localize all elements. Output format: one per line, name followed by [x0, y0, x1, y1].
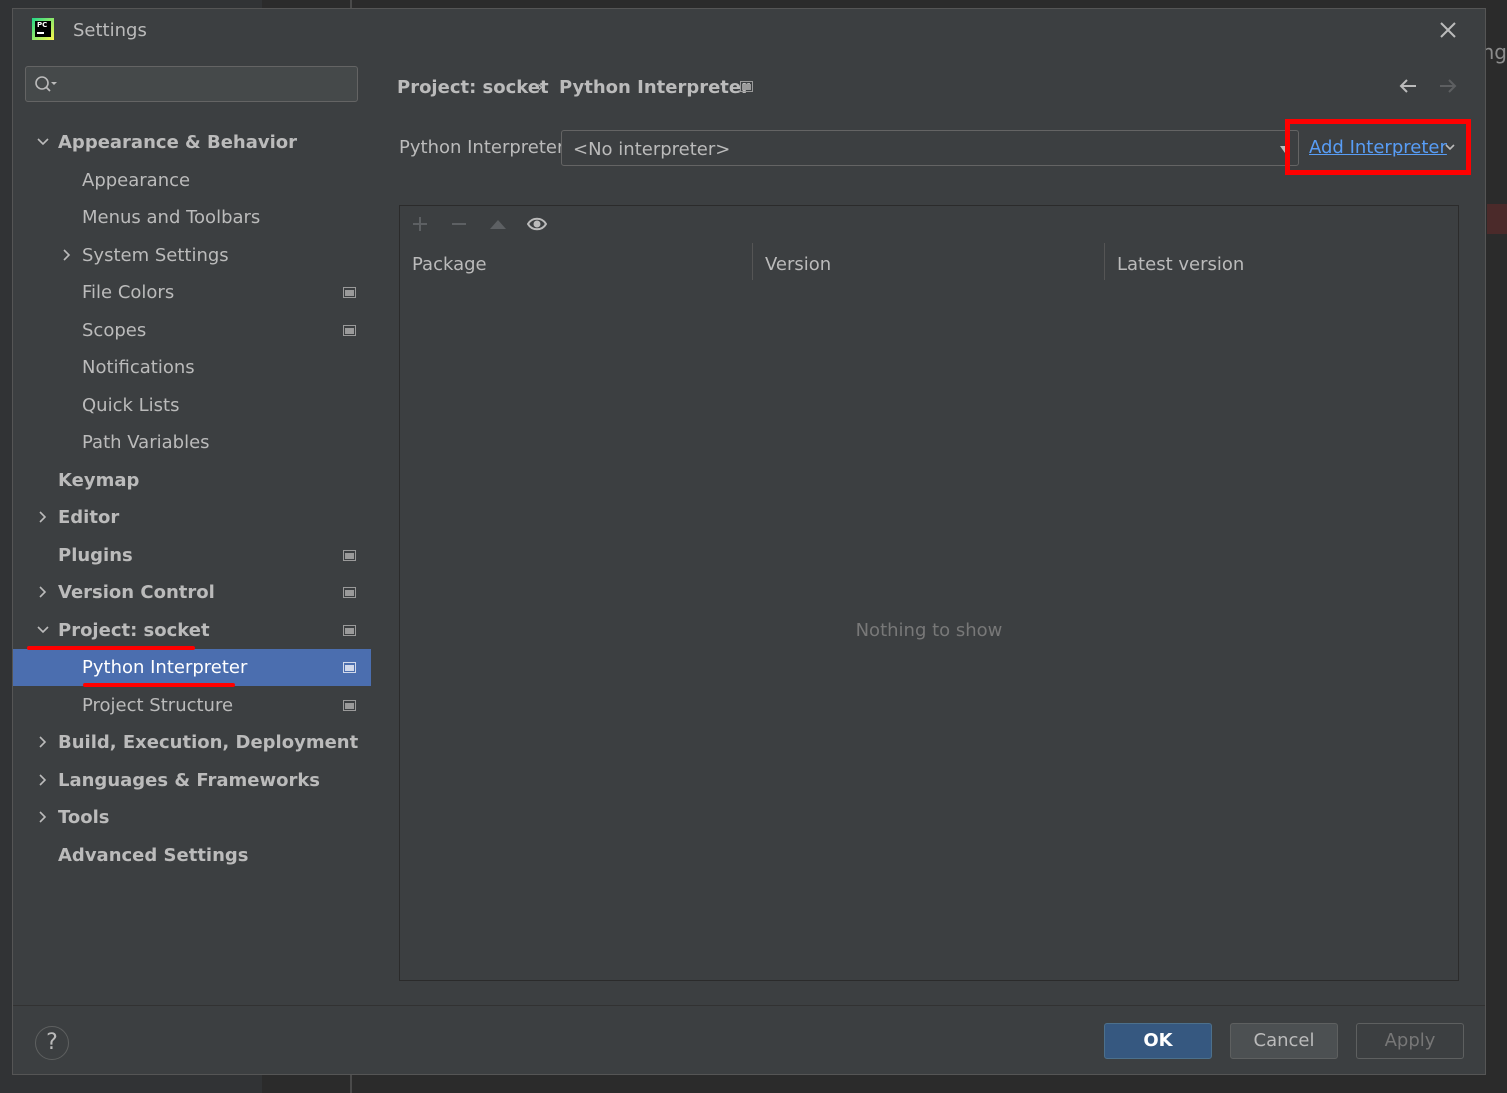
interpreter-value: <No interpreter> [573, 139, 731, 160]
project-scope-icon [343, 324, 356, 336]
close-icon[interactable] [1435, 17, 1461, 43]
packages-toolbar [400, 206, 1458, 244]
column-header-package[interactable]: Package [400, 243, 753, 280]
sidebar-item-python-interpreter[interactable]: Python Interpreter [13, 649, 371, 686]
project-scope-icon [343, 662, 356, 673]
sidebar-item-label: Python Interpreter [82, 657, 248, 678]
sidebar-item-label: Menus and Toolbars [82, 207, 261, 228]
settings-content: Project: socket › Python Interpreter Pyt… [371, 51, 1485, 1005]
annotation-underline-project [27, 646, 195, 650]
interpreter-label: Python Interpreter: [399, 137, 571, 158]
sidebar-item-keymap[interactable]: Keymap [13, 462, 371, 499]
chevron-right-icon[interactable] [36, 773, 50, 787]
interpreter-dropdown[interactable]: <No interpreter> [561, 130, 1299, 166]
chevron-right-icon[interactable] [36, 810, 50, 824]
empty-state-label: Nothing to show [855, 619, 1003, 641]
background-error-marker [1487, 204, 1507, 234]
sidebar-item-label: Keymap [58, 469, 140, 491]
project-scope-icon [343, 587, 356, 598]
project-scope-icon [343, 287, 356, 298]
sidebar-item-label: Project: socket [58, 619, 210, 641]
sidebar-item-label: Build, Execution, Deployment [58, 732, 359, 753]
sidebar-item-label: Version Control [58, 582, 215, 603]
back-arrow-icon[interactable] [1397, 75, 1419, 97]
add-icon[interactable] [410, 214, 430, 234]
sidebar-item-label: Tools [58, 807, 110, 828]
sidebar-item-appearance-behavior[interactable]: Appearance & Behavior [13, 124, 371, 161]
chevron-down-icon[interactable] [36, 135, 50, 149]
project-scope-icon [343, 699, 356, 711]
sidebar-item-label: Plugins [58, 544, 133, 566]
chevron-right-icon[interactable] [36, 510, 50, 524]
title-bar: PC Settings [13, 9, 1485, 52]
annotation-highlight-box [1285, 119, 1471, 175]
table-header: Package Version Latest version [400, 243, 1458, 281]
sidebar-item-label: System Settings [82, 244, 229, 266]
help-button[interactable]: ? [35, 1026, 69, 1060]
sidebar-item-plugins[interactable]: Plugins [13, 537, 371, 574]
chevron-right-icon[interactable] [36, 585, 50, 599]
ok-button[interactable]: OK [1104, 1023, 1212, 1059]
dialog-footer: ? OK Cancel Apply [13, 1005, 1485, 1074]
sidebar-item-label: File Colors [82, 282, 175, 303]
sidebar-item-notifications[interactable]: Notifications [13, 349, 371, 386]
sidebar-item-system-settings[interactable]: System Settings [13, 237, 371, 274]
column-header-version[interactable]: Version [753, 243, 1105, 280]
sidebar-item-label: Quick Lists [82, 394, 180, 416]
sidebar-item-project-socket[interactable]: Project: socket [13, 612, 371, 649]
search-icon [35, 76, 57, 92]
chevron-down-icon[interactable] [36, 623, 50, 637]
sidebar-item-label: Project Structure [82, 694, 234, 716]
sidebar-item-project-structure[interactable]: Project Structure [13, 687, 371, 724]
chevron-right-icon[interactable] [60, 248, 74, 262]
packages-table: Package Version Latest version Nothing t… [400, 243, 1458, 980]
empty-state-text: Nothing to show [400, 280, 1458, 980]
sidebar-item-label: Scopes [82, 319, 147, 341]
sidebar-item-file-colors[interactable]: File Colors [13, 274, 371, 311]
sidebar-item-label: Path Variables [82, 432, 210, 453]
project-scope-icon [343, 549, 356, 561]
sidebar-item-label: Editor [58, 507, 120, 528]
breadcrumb-parent[interactable]: Project: socket [397, 77, 549, 98]
sidebar-item-label: Languages & Frameworks [58, 769, 321, 791]
project-scope-icon [343, 624, 356, 636]
window-title: Settings [73, 20, 147, 41]
sidebar-item-label: Appearance [82, 169, 191, 191]
breadcrumb-current: Python Interpreter [559, 77, 750, 98]
sidebar-item-version-control[interactable]: Version Control [13, 574, 371, 611]
breadcrumb-separator: › [537, 77, 544, 96]
sidebar-item-languages-frameworks[interactable]: Languages & Frameworks [13, 762, 371, 799]
column-header-latest-version[interactable]: Latest version [1105, 243, 1457, 280]
pycharm-logo-icon: PC [32, 18, 54, 40]
sidebar-item-advanced-settings[interactable]: Advanced Settings [13, 837, 371, 874]
sidebar-item-build-execution-deployment[interactable]: Build, Execution, Deployment [13, 724, 371, 761]
packages-panel: Package Version Latest version Nothing t… [399, 205, 1459, 981]
eye-icon[interactable] [527, 214, 547, 234]
sidebar-item-label: Appearance & Behavior [58, 132, 298, 153]
forward-arrow-icon[interactable] [1437, 75, 1459, 97]
sidebar-item-menus-and-toolbars[interactable]: Menus and Toolbars [13, 199, 371, 236]
table-body: Nothing to show [400, 280, 1458, 980]
sidebar-item-editor[interactable]: Editor [13, 499, 371, 536]
settings-dialog: PC Settings Appearance & Behavior Appeara… [12, 8, 1486, 1075]
sidebar-item-scopes[interactable]: Scopes [13, 312, 371, 349]
search-input[interactable] [25, 66, 358, 102]
settings-sidebar: Appearance & Behavior Appearance Menus and… [13, 51, 371, 1005]
apply-button[interactable]: Apply [1356, 1023, 1464, 1059]
upgrade-icon[interactable] [488, 214, 508, 234]
chevron-right-icon[interactable] [36, 735, 50, 749]
annotation-underline-interpreter [83, 683, 235, 687]
remove-icon[interactable] [449, 214, 469, 234]
sidebar-item-quick-lists[interactable]: Quick Lists [13, 387, 371, 424]
app-logo-text: PC [37, 21, 48, 29]
sidebar-item-label: Advanced Settings [58, 844, 249, 866]
sidebar-item-path-variables[interactable]: Path Variables [13, 424, 371, 461]
sidebar-item-label: Notifications [82, 357, 195, 378]
sidebar-item-tools[interactable]: Tools [13, 799, 371, 836]
project-scope-icon [740, 81, 753, 92]
sidebar-item-appearance[interactable]: Appearance [13, 162, 371, 199]
cancel-button[interactable]: Cancel [1230, 1023, 1338, 1059]
